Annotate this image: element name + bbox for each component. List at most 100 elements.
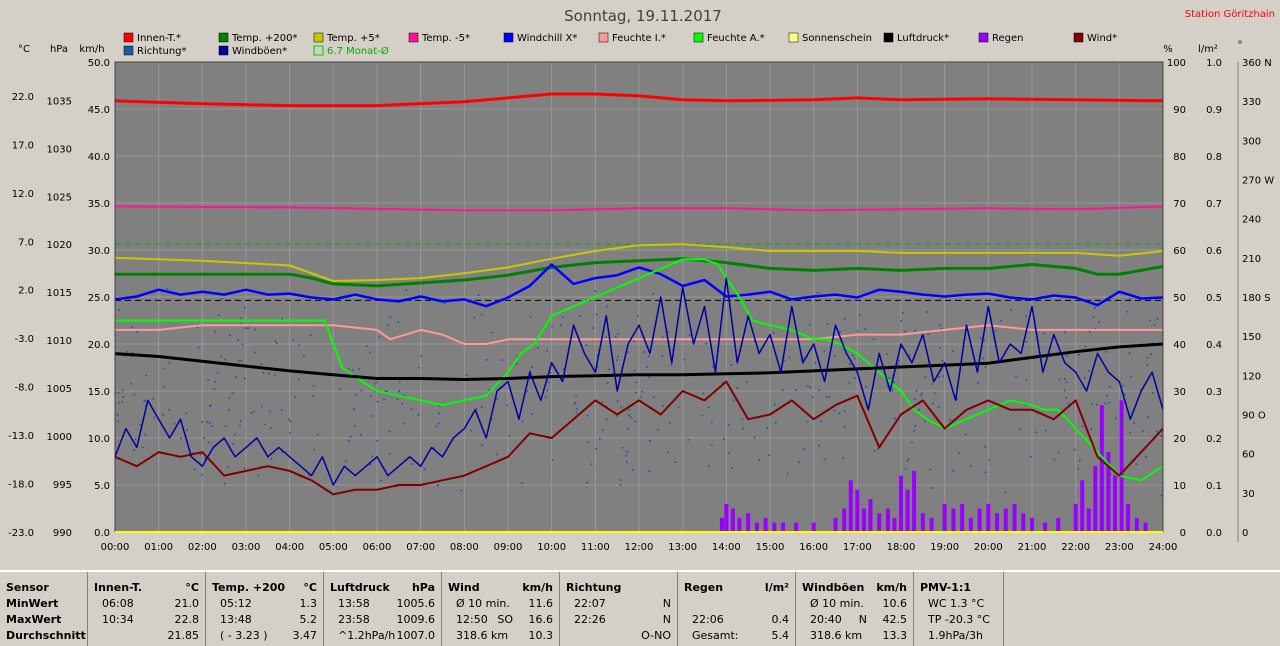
- direction-point: [1043, 332, 1046, 335]
- direction-point: [531, 366, 534, 369]
- x-tick-label: 14:00: [712, 542, 741, 553]
- direction-point: [1065, 396, 1068, 399]
- direction-point: [811, 396, 814, 399]
- stats-cell-row: 21.85: [94, 628, 200, 644]
- direction-point: [443, 302, 446, 305]
- stats-cell-value: 5.2: [299, 613, 318, 626]
- y-tick-pressure: 1015: [47, 288, 72, 299]
- legend-swatch: [123, 32, 134, 43]
- stats-column-unit: km/h: [522, 581, 553, 594]
- y-tick-percent: 40: [1173, 340, 1186, 351]
- direction-point: [1146, 416, 1149, 419]
- x-tick-label: 06:00: [363, 542, 392, 553]
- direction-point: [908, 354, 911, 357]
- rain-bar: [942, 503, 947, 532]
- legend-label: Wind*: [1087, 33, 1117, 44]
- rain-bar: [892, 517, 897, 532]
- direction-point: [435, 425, 438, 428]
- direction-point: [941, 359, 944, 362]
- direction-point: [826, 322, 829, 325]
- direction-point: [405, 289, 408, 292]
- direction-point: [639, 396, 642, 399]
- direction-point: [1057, 451, 1060, 454]
- y-tick-direction: 240: [1242, 215, 1261, 226]
- direction-point: [616, 333, 619, 336]
- direction-point: [371, 455, 374, 458]
- direction-point: [575, 394, 578, 397]
- direction-point: [579, 315, 582, 318]
- x-tick-label: 15:00: [756, 542, 785, 553]
- stats-column: Luftdruck hPa 13:58 1005.6 23:58 1009.6 ^1.2hP…: [324, 572, 442, 646]
- direction-point: [371, 415, 374, 418]
- direction-point: [633, 369, 636, 372]
- direction-point: [270, 457, 273, 460]
- direction-point: [632, 340, 635, 343]
- direction-point: [269, 426, 272, 429]
- x-tick-label: 21:00: [1018, 542, 1047, 553]
- rain-bar: [1134, 517, 1139, 532]
- direction-point: [674, 461, 677, 464]
- direction-point: [853, 376, 856, 379]
- direction-point: [485, 358, 488, 361]
- direction-point: [641, 390, 644, 393]
- direction-point: [1087, 370, 1090, 373]
- rain-bar: [995, 513, 1000, 532]
- direction-point: [595, 447, 598, 450]
- stats-cell-value: 22.8: [174, 613, 200, 626]
- direction-point: [375, 439, 378, 442]
- direction-point: [1129, 431, 1132, 434]
- direction-point: [303, 355, 306, 358]
- direction-point: [818, 389, 821, 392]
- legend-label: Temp. -5*: [421, 33, 470, 44]
- direction-point: [207, 378, 210, 381]
- direction-point: [606, 305, 609, 308]
- direction-point: [823, 458, 826, 461]
- x-tick-label: 05:00: [319, 542, 348, 553]
- direction-point: [134, 438, 137, 441]
- rain-bar: [842, 508, 847, 532]
- direction-point: [139, 423, 142, 426]
- direction-point: [621, 446, 624, 449]
- rain-bar: [746, 513, 751, 532]
- y-tick-rain: 0.2: [1206, 434, 1222, 445]
- direction-point: [677, 406, 680, 409]
- rain-bar: [885, 508, 890, 532]
- legend-label: 6.7 Monat-Ø: [327, 45, 389, 57]
- direction-point: [915, 390, 918, 393]
- stats-cell-value: O-NO: [641, 629, 671, 642]
- direction-point: [163, 386, 166, 389]
- direction-point: [731, 467, 734, 470]
- direction-point: [1149, 353, 1152, 356]
- direction-point: [1106, 394, 1109, 397]
- direction-point: [207, 441, 210, 444]
- direction-point: [185, 429, 188, 432]
- direction-point: [239, 420, 242, 423]
- stats-cell-row: 13:48 5.2: [212, 612, 317, 628]
- direction-point: [213, 388, 216, 391]
- direction-point: [727, 423, 730, 426]
- direction-point: [162, 413, 165, 416]
- direction-point: [1025, 378, 1028, 381]
- direction-point: [634, 391, 637, 394]
- direction-point: [365, 344, 368, 347]
- direction-point: [683, 358, 686, 361]
- y-tick-direction: 30: [1242, 489, 1255, 500]
- y-tick-temp: -8.0: [14, 383, 34, 394]
- rain-bar: [1112, 475, 1117, 532]
- stats-cell-value: 21.85: [167, 629, 200, 642]
- direction-point: [387, 324, 390, 327]
- direction-point: [627, 408, 630, 411]
- stats-cell-label: 13:58: [338, 597, 370, 610]
- x-tick-label: 00:00: [101, 542, 130, 553]
- y-tick-direction: 0: [1242, 528, 1248, 539]
- direction-point: [808, 323, 811, 326]
- direction-point: [964, 433, 967, 436]
- y-tick-temp: 22.0: [12, 92, 34, 103]
- y-tick-speed: 20.0: [88, 340, 110, 351]
- direction-point: [460, 489, 463, 492]
- direction-point: [833, 355, 836, 358]
- y-tick-temp: -23.0: [8, 528, 34, 539]
- direction-point: [477, 294, 480, 297]
- y-tick-rain: 0.5: [1206, 293, 1222, 304]
- direction-point: [772, 331, 775, 334]
